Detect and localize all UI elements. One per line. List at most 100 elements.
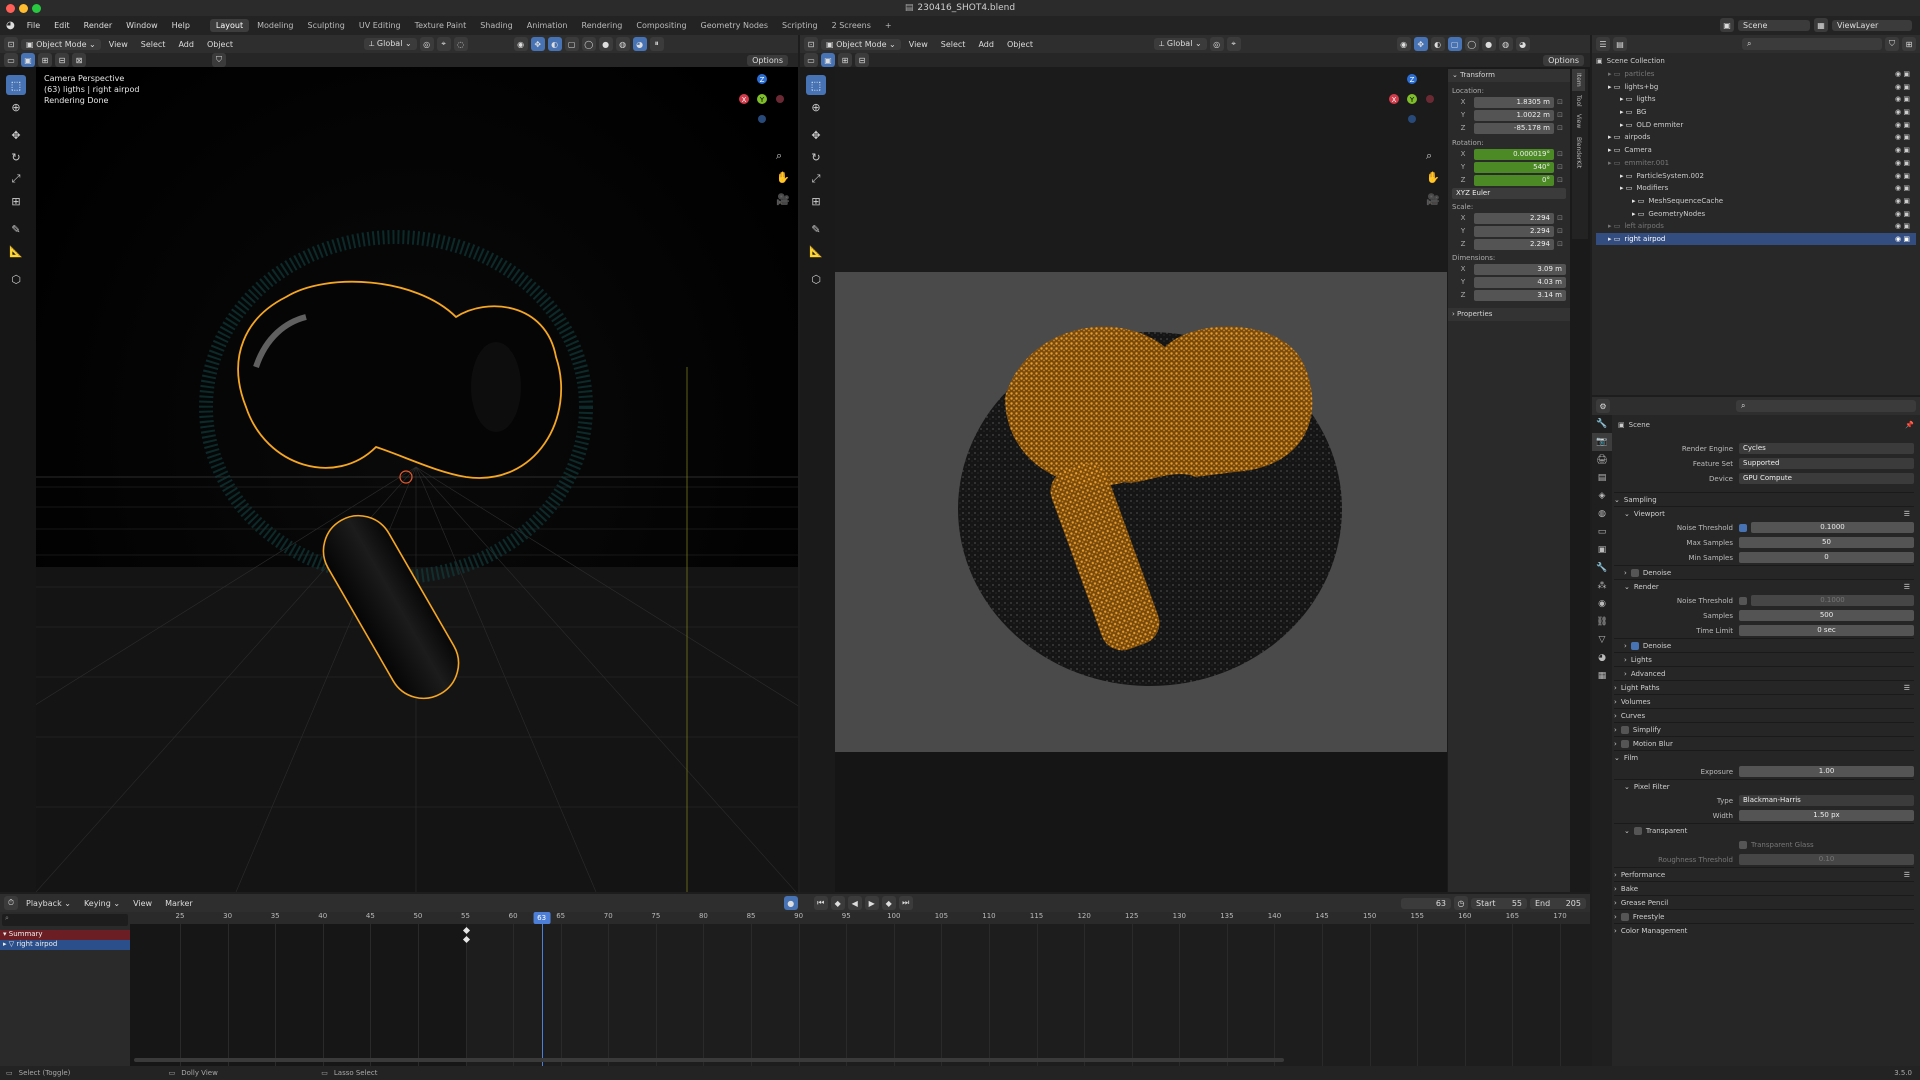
outliner-row[interactable]: ▸ ▭ particles ◉ ▣ <box>1596 68 1916 81</box>
grease-pencil-panel[interactable]: › Grease Pencil <box>1614 895 1914 909</box>
menu-render[interactable]: Render <box>78 19 118 32</box>
tab-scripting[interactable]: Scripting <box>776 19 824 32</box>
output-tab-icon[interactable]: 🖨 <box>1592 451 1612 469</box>
navigation-gizmo-right[interactable]: Z X Y <box>1386 73 1438 129</box>
curves-panel[interactable]: › Curves <box>1614 708 1914 722</box>
keyframe-marker[interactable] <box>462 935 470 944</box>
modifier-tab-icon[interactable]: 🔧 <box>1592 559 1612 577</box>
editor-type-icon[interactable]: ⊡ <box>4 37 18 51</box>
start-frame-field[interactable]: Start 55 <box>1471 897 1527 909</box>
selection-new-icon-right[interactable]: ▣ <box>821 53 835 67</box>
collection-tab-icon[interactable]: ▭ <box>1592 523 1612 541</box>
material-tab-icon[interactable]: ◕ <box>1592 649 1612 667</box>
viewport-left[interactable]: ⊡ ▣ Object Mode ⌄ View Select Add Object… <box>0 35 798 892</box>
outliner-row[interactable]: ▸ ▭ ParticleSystem.002 ◉ ▣ <box>1596 169 1916 182</box>
r-noise-threshold-field[interactable]: 0.1000 <box>1751 595 1914 606</box>
shading-wireframe-icon[interactable]: ◯ <box>581 37 596 51</box>
playhead[interactable] <box>541 912 543 1066</box>
properties-editor-icon[interactable]: ⚙ <box>1596 399 1610 413</box>
lock-icon[interactable]: ⊡ <box>1554 98 1566 106</box>
selection-extend-icon-right[interactable]: ⊞ <box>838 53 852 67</box>
shading-rendered-icon[interactable]: ◕ <box>632 37 647 51</box>
film-panel[interactable]: ⌄ Film <box>1614 750 1914 764</box>
pan-hand-icon[interactable]: ✋ <box>776 167 790 189</box>
select-box-tool-icon-right[interactable]: ⬚ <box>806 75 826 95</box>
roughness-threshold-field[interactable]: 0.10 <box>1739 854 1914 865</box>
eye-icon[interactable]: ◉ ▣ <box>1895 121 1910 129</box>
lock-icon[interactable]: ⊡ <box>1554 227 1566 235</box>
viewport-subpanel[interactable]: ⌄ Viewport ☰ <box>1614 506 1914 520</box>
lock-icon[interactable]: ⊡ <box>1554 163 1566 171</box>
pivot-icon-right[interactable]: ◎ <box>1209 37 1224 51</box>
color-management-panel[interactable]: › Color Management <box>1614 923 1914 937</box>
filter-width-field[interactable]: 1.50 px <box>1739 810 1914 821</box>
particles-tab-icon[interactable]: ⁂ <box>1592 577 1612 595</box>
tab-modeling[interactable]: Modeling <box>251 19 299 32</box>
menu-select[interactable]: Select <box>136 39 171 50</box>
minimize-window-button[interactable] <box>19 4 28 13</box>
location-x-field[interactable]: 1.8305 m <box>1474 96 1554 108</box>
zoom-icon[interactable]: ⌕ <box>776 145 790 167</box>
menu-keying[interactable]: Keying ⌄ <box>79 898 125 909</box>
shading-solid-icon-right[interactable]: ● <box>1481 37 1496 51</box>
vp-max-samples-field[interactable]: 50 <box>1739 537 1914 548</box>
tab-rendering[interactable]: Rendering <box>576 19 629 32</box>
eye-icon[interactable]: ◉ ▣ <box>1895 197 1910 205</box>
menu-marker[interactable]: Marker <box>160 898 198 909</box>
cursor-tool-icon[interactable]: ⊕ <box>6 97 26 117</box>
zoom-icon-right[interactable]: ⌕ <box>1426 145 1440 167</box>
move-tool-icon[interactable]: ✥ <box>6 125 26 145</box>
r-denoise-subpanel[interactable]: › Denoise <box>1614 638 1914 652</box>
tab-geometry-nodes[interactable]: Geometry Nodes <box>695 19 774 32</box>
outliner-row[interactable]: ▸ ▭ ligths ◉ ▣ <box>1596 93 1916 106</box>
scene-icon[interactable]: ▣ <box>1720 18 1734 32</box>
tab-tool[interactable]: Tool <box>1572 91 1585 111</box>
r-samples-field[interactable]: 500 <box>1739 610 1914 621</box>
render-engine-select[interactable]: Cycles <box>1739 443 1914 454</box>
menu-file[interactable]: File <box>21 19 46 32</box>
list-icon[interactable]: ☰ <box>1904 510 1910 518</box>
snap-icon[interactable]: ⌖ <box>436 37 451 51</box>
timeline-scrollbar[interactable] <box>134 1058 1284 1062</box>
filter-icon[interactable]: ⛉ <box>212 53 226 67</box>
navigation-gizmo[interactable]: Z X Y <box>736 73 788 129</box>
timeline-editor-icon[interactable]: ⏱ <box>4 896 18 910</box>
menu-add-right[interactable]: Add <box>973 39 999 50</box>
measure-tool-icon[interactable]: 📐 <box>6 241 26 261</box>
eye-icon[interactable]: ◉ ▣ <box>1895 146 1910 154</box>
data-tab-icon[interactable]: ▽ <box>1592 631 1612 649</box>
measure-tool-icon-right[interactable]: 📐 <box>806 241 826 261</box>
jump-keyframe-back-icon[interactable]: ◆ <box>830 896 845 910</box>
auto-keying-icon[interactable]: ● <box>783 896 798 910</box>
outliner-search-input[interactable]: ⌕ <box>1742 38 1882 50</box>
texture-tab-icon[interactable]: ▦ <box>1592 667 1612 685</box>
menu-object-right[interactable]: Object <box>1002 39 1038 50</box>
outliner-row[interactable]: ▸ ▭ MeshSequenceCache ◉ ▣ <box>1596 195 1916 208</box>
transform-orientation-right[interactable]: ⟂ Global ⌄ <box>1154 38 1207 50</box>
render-subpanel[interactable]: ⌄ Render ☰ <box>1614 579 1914 593</box>
pause-render-icon[interactable]: ⏸ <box>649 37 664 51</box>
physics-tab-icon[interactable]: ◉ <box>1592 595 1612 613</box>
mode-selector-right[interactable]: ▣ Object Mode ⌄ <box>821 38 901 50</box>
proportional-edit-icon[interactable]: ◌ <box>453 37 468 51</box>
tool-tab-icon[interactable]: 🔧 <box>1592 415 1612 433</box>
channel-right-airpod[interactable]: ▸ ▽ right airpod <box>0 940 130 950</box>
pivot-icon[interactable]: ◎ <box>419 37 434 51</box>
jump-start-icon[interactable]: ⏮ <box>813 896 828 910</box>
scale-x-field[interactable]: 2.294 <box>1474 212 1554 224</box>
selection-new-icon[interactable]: ▣ <box>21 53 35 67</box>
scale-y-field[interactable]: 2.294 <box>1474 225 1554 237</box>
location-z-field[interactable]: -85.178 m <box>1474 122 1554 134</box>
object-tab-icon[interactable]: ▣ <box>1592 541 1612 559</box>
list-icon[interactable]: ☰ <box>1904 871 1910 879</box>
add-cube-tool-icon[interactable]: ⬡ <box>6 269 26 289</box>
gizmo-toggle-icon[interactable]: ✥ <box>530 37 545 51</box>
snap-icon-right[interactable]: ⌖ <box>1226 37 1241 51</box>
close-window-button[interactable] <box>6 4 15 13</box>
shading-material-icon[interactable]: ◍ <box>615 37 630 51</box>
channel-search-input[interactable]: ⌕ <box>2 914 128 926</box>
location-y-field[interactable]: 1.0022 m <box>1474 109 1554 121</box>
outliner-row[interactable]: ▸ ▭ OLD emmiter ◉ ▣ <box>1596 118 1916 131</box>
eye-icon[interactable]: ◉ ▣ <box>1895 172 1910 180</box>
play-icon[interactable]: ▶ <box>864 896 879 910</box>
